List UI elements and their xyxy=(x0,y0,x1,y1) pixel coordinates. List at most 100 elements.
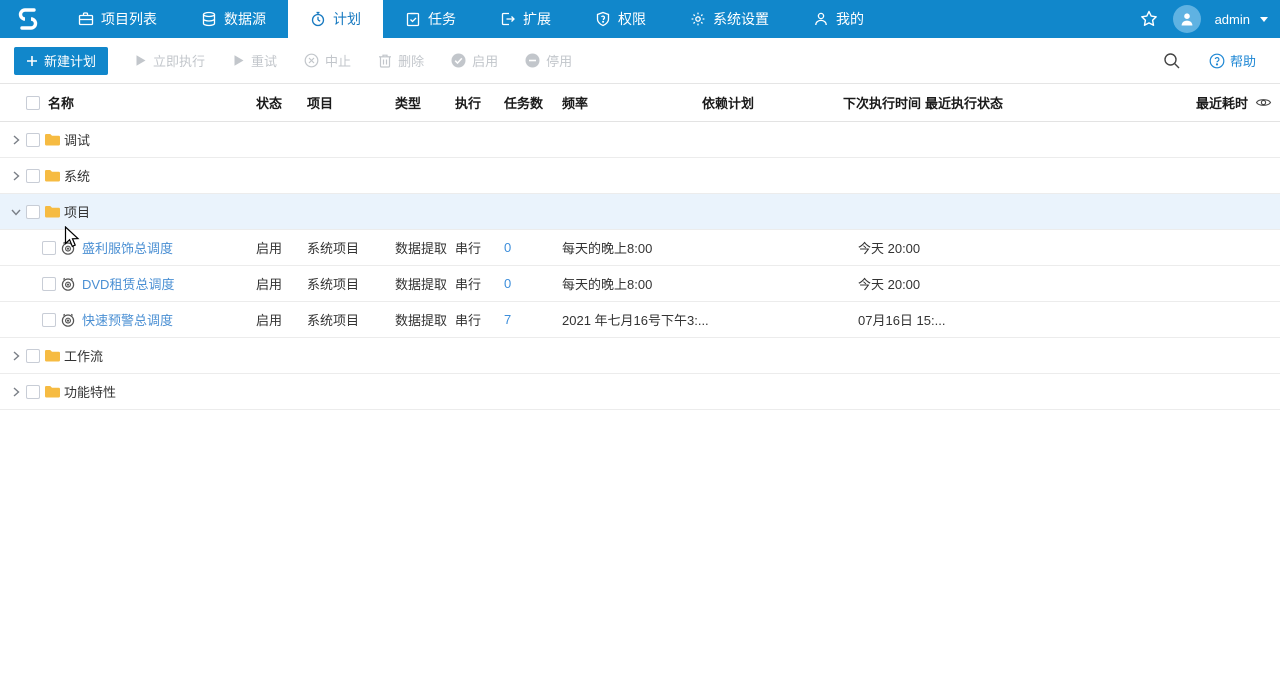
delete-button[interactable]: 删除 xyxy=(378,51,424,70)
nav-item-extensions[interactable]: 扩展 xyxy=(478,0,573,38)
nav-item-mine[interactable]: 我的 xyxy=(791,0,886,38)
plan-exec: 串行 xyxy=(455,230,481,265)
nav-item-permissions[interactable]: 权限 xyxy=(573,0,668,38)
star-icon[interactable] xyxy=(1139,9,1159,29)
plan-status: 启用 xyxy=(256,230,282,265)
header-status[interactable]: 状态 xyxy=(256,84,282,121)
execute-now-button[interactable]: 立即执行 xyxy=(134,51,205,70)
user-avatar[interactable] xyxy=(1173,5,1201,33)
delete-label: 删除 xyxy=(398,51,424,70)
nav-label: 数据源 xyxy=(224,9,266,29)
plan-task-count[interactable]: 7 xyxy=(504,302,511,337)
question-circle-icon xyxy=(1209,53,1225,69)
row-checkbox[interactable] xyxy=(42,313,56,327)
table-row[interactable]: 系统 xyxy=(0,158,1280,194)
abort-button[interactable]: 中止 xyxy=(304,51,351,70)
eye-columns-icon[interactable] xyxy=(1255,94,1272,111)
table-row[interactable]: 调试 xyxy=(0,122,1280,158)
nav-menu: 项目列表 数据源 计划 xyxy=(56,0,886,38)
plan-name-link[interactable]: 快速预警总调度 xyxy=(82,302,173,337)
chevron-right-icon[interactable] xyxy=(10,134,22,146)
disable-button[interactable]: 停用 xyxy=(525,51,572,70)
nav-label: 扩展 xyxy=(523,9,551,29)
header-next-time[interactable]: 下次执行时间 xyxy=(843,84,921,121)
chevron-right-icon[interactable] xyxy=(10,386,22,398)
plan-type: 数据提取 xyxy=(395,266,447,301)
header-exec[interactable]: 执行 xyxy=(455,84,481,121)
plan-task-count[interactable]: 0 xyxy=(504,266,511,301)
app-logo[interactable] xyxy=(0,0,56,38)
row-checkbox[interactable] xyxy=(26,205,40,219)
nav-label: 项目列表 xyxy=(101,9,157,29)
folder-label[interactable]: 项目 xyxy=(64,194,90,229)
row-checkbox[interactable] xyxy=(26,385,40,399)
toolbar-right-area: 帮助 xyxy=(1163,51,1266,70)
plan-clock-icon xyxy=(60,240,76,256)
header-freq[interactable]: 频率 xyxy=(562,84,588,121)
row-checkbox[interactable] xyxy=(26,169,40,183)
header-type[interactable]: 类型 xyxy=(395,84,421,121)
row-checkbox[interactable] xyxy=(42,241,56,255)
nav-label: 计划 xyxy=(333,9,361,29)
select-all-checkbox[interactable] xyxy=(26,96,40,110)
folder-label[interactable]: 工作流 xyxy=(64,338,103,373)
avatar-person-icon xyxy=(1179,11,1195,27)
folder-icon xyxy=(44,132,61,147)
shield-icon xyxy=(595,11,611,27)
nav-item-plans[interactable]: 计划 xyxy=(288,0,383,38)
nav-label: 系统设置 xyxy=(713,9,769,29)
nav-item-project-list[interactable]: 项目列表 xyxy=(56,0,179,38)
header-name[interactable]: 名称 xyxy=(48,84,74,121)
plan-next-time: 07月16日 15:... xyxy=(858,302,945,337)
row-checkbox[interactable] xyxy=(26,349,40,363)
play-icon xyxy=(232,54,245,67)
header-depends[interactable]: 依赖计划 xyxy=(702,84,754,121)
header-last-duration[interactable]: 最近耗时 xyxy=(1196,84,1248,121)
nav-item-data-sources[interactable]: 数据源 xyxy=(179,0,288,38)
nav-label: 我的 xyxy=(836,9,864,29)
header-project[interactable]: 项目 xyxy=(307,84,333,121)
retry-button[interactable]: 重试 xyxy=(232,51,277,70)
plan-type: 数据提取 xyxy=(395,230,447,265)
table-row-selected[interactable]: 项目 xyxy=(0,194,1280,230)
toolbar-actions: 立即执行 重试 中止 删除 xyxy=(134,51,572,70)
table-row[interactable]: DVD租赁总调度 启用 系统项目 数据提取 串行 0 每天的晚上8:00 今天 … xyxy=(0,266,1280,302)
plan-name-link[interactable]: DVD租赁总调度 xyxy=(82,266,174,301)
plan-status: 启用 xyxy=(256,302,282,337)
nav-item-system-settings[interactable]: 系统设置 xyxy=(668,0,791,38)
table-row[interactable]: 工作流 xyxy=(0,338,1280,374)
chevron-down-icon[interactable] xyxy=(1260,17,1268,22)
folder-label[interactable]: 调试 xyxy=(64,122,90,157)
plan-name-link[interactable]: 盛利服饰总调度 xyxy=(82,230,173,265)
nav-right-area: admin xyxy=(1139,0,1280,38)
header-tasks[interactable]: 任务数 xyxy=(504,84,543,121)
nav-item-tasks[interactable]: 任务 xyxy=(383,0,478,38)
plan-next-time: 今天 20:00 xyxy=(858,230,920,265)
new-plan-button[interactable]: 新建计划 xyxy=(14,47,108,75)
plan-project: 系统项目 xyxy=(307,302,359,337)
chevron-right-icon[interactable] xyxy=(10,170,22,182)
plan-project: 系统项目 xyxy=(307,230,359,265)
row-checkbox[interactable] xyxy=(42,277,56,291)
row-checkbox[interactable] xyxy=(26,133,40,147)
help-label: 帮助 xyxy=(1230,51,1256,70)
search-icon[interactable] xyxy=(1163,52,1181,70)
help-button[interactable]: 帮助 xyxy=(1209,51,1256,70)
enable-button[interactable]: 启用 xyxy=(451,51,498,70)
plus-icon xyxy=(26,55,38,67)
folder-icon xyxy=(44,168,61,183)
chevron-down-icon[interactable] xyxy=(10,206,22,218)
chevron-right-icon[interactable] xyxy=(10,350,22,362)
table-row[interactable]: 功能特性 xyxy=(0,374,1280,410)
plan-task-count[interactable]: 0 xyxy=(504,230,511,265)
username-label[interactable]: admin xyxy=(1215,12,1250,27)
new-plan-label: 新建计划 xyxy=(44,51,96,70)
retry-label: 重试 xyxy=(251,51,277,70)
header-last-status[interactable]: 最近执行状态 xyxy=(925,84,1003,121)
plan-exec: 串行 xyxy=(455,302,481,337)
table-row[interactable]: 盛利服饰总调度 启用 系统项目 数据提取 串行 0 每天的晚上8:00 今天 2… xyxy=(0,230,1280,266)
folder-label[interactable]: 系统 xyxy=(64,158,90,193)
plan-frequency: 每天的晚上8:00 xyxy=(562,230,652,265)
table-row[interactable]: 快速预警总调度 启用 系统项目 数据提取 串行 7 2021 年七月16号下午3… xyxy=(0,302,1280,338)
folder-label[interactable]: 功能特性 xyxy=(64,374,116,409)
